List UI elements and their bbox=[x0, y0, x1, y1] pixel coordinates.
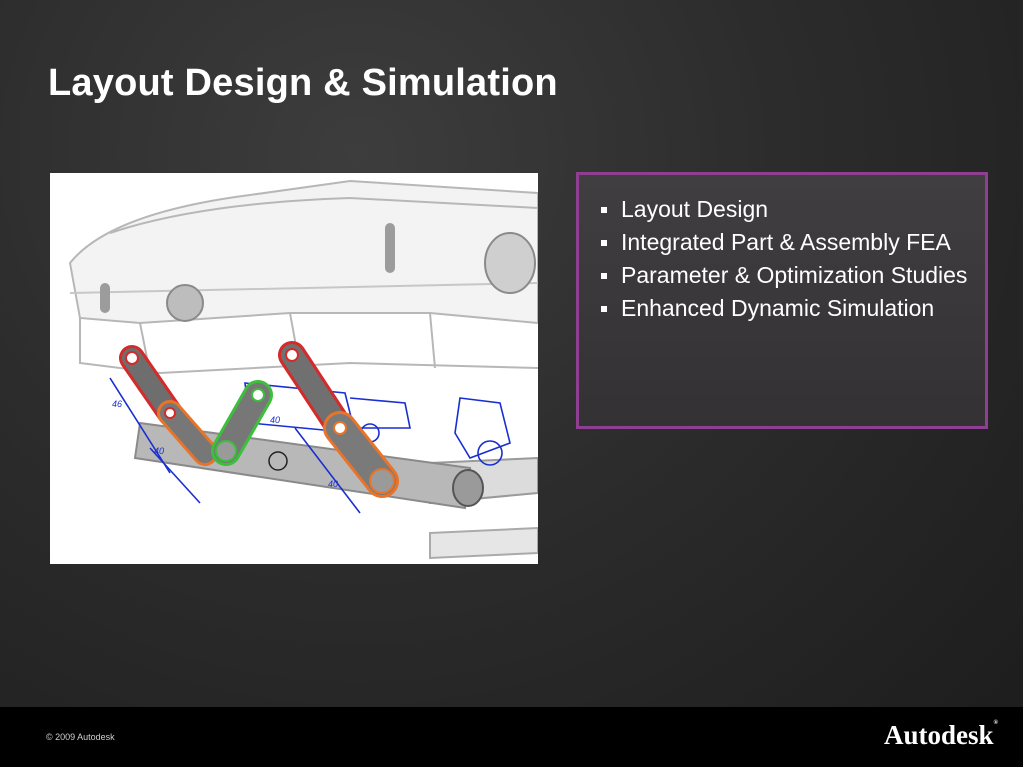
bullet-item: Integrated Part & Assembly FEA bbox=[601, 228, 975, 257]
bullet-icon bbox=[601, 273, 607, 279]
assembly-image: 46 40 40 40 bbox=[50, 173, 538, 564]
slide-title: Layout Design & Simulation bbox=[48, 62, 558, 104]
logo-text: Autodesk bbox=[883, 720, 994, 750]
dim-label: 46 bbox=[112, 399, 122, 409]
dim-label: 40 bbox=[328, 479, 338, 489]
bullet-icon bbox=[601, 306, 607, 312]
bullet-text: Enhanced Dynamic Simulation bbox=[621, 295, 935, 321]
dim-label: 40 bbox=[270, 415, 280, 425]
copyright-text: © 2009 Autodesk bbox=[46, 732, 115, 742]
bullet-icon bbox=[601, 240, 607, 246]
bullet-text: Layout Design bbox=[621, 196, 769, 222]
bullet-text: Integrated Part & Assembly FEA bbox=[621, 229, 951, 255]
bullet-item: Enhanced Dynamic Simulation bbox=[601, 294, 975, 323]
bullet-item: Parameter & Optimization Studies bbox=[601, 261, 975, 290]
bullet-icon bbox=[601, 207, 607, 213]
bullet-list: Layout Design Integrated Part & Assembly… bbox=[579, 175, 985, 323]
registered-mark-icon: ® bbox=[993, 720, 998, 726]
bullet-text: Parameter & Optimization Studies bbox=[621, 262, 968, 288]
dim-label: 40 bbox=[154, 446, 164, 456]
mechanism-drawing: 46 40 40 40 bbox=[68, 179, 538, 560]
autodesk-logo: Autodesk® bbox=[884, 720, 998, 751]
footer-bar: © 2009 Autodesk Autodesk® bbox=[0, 707, 1023, 767]
bullet-panel: Layout Design Integrated Part & Assembly… bbox=[576, 172, 988, 429]
bullet-item: Layout Design bbox=[601, 195, 975, 224]
